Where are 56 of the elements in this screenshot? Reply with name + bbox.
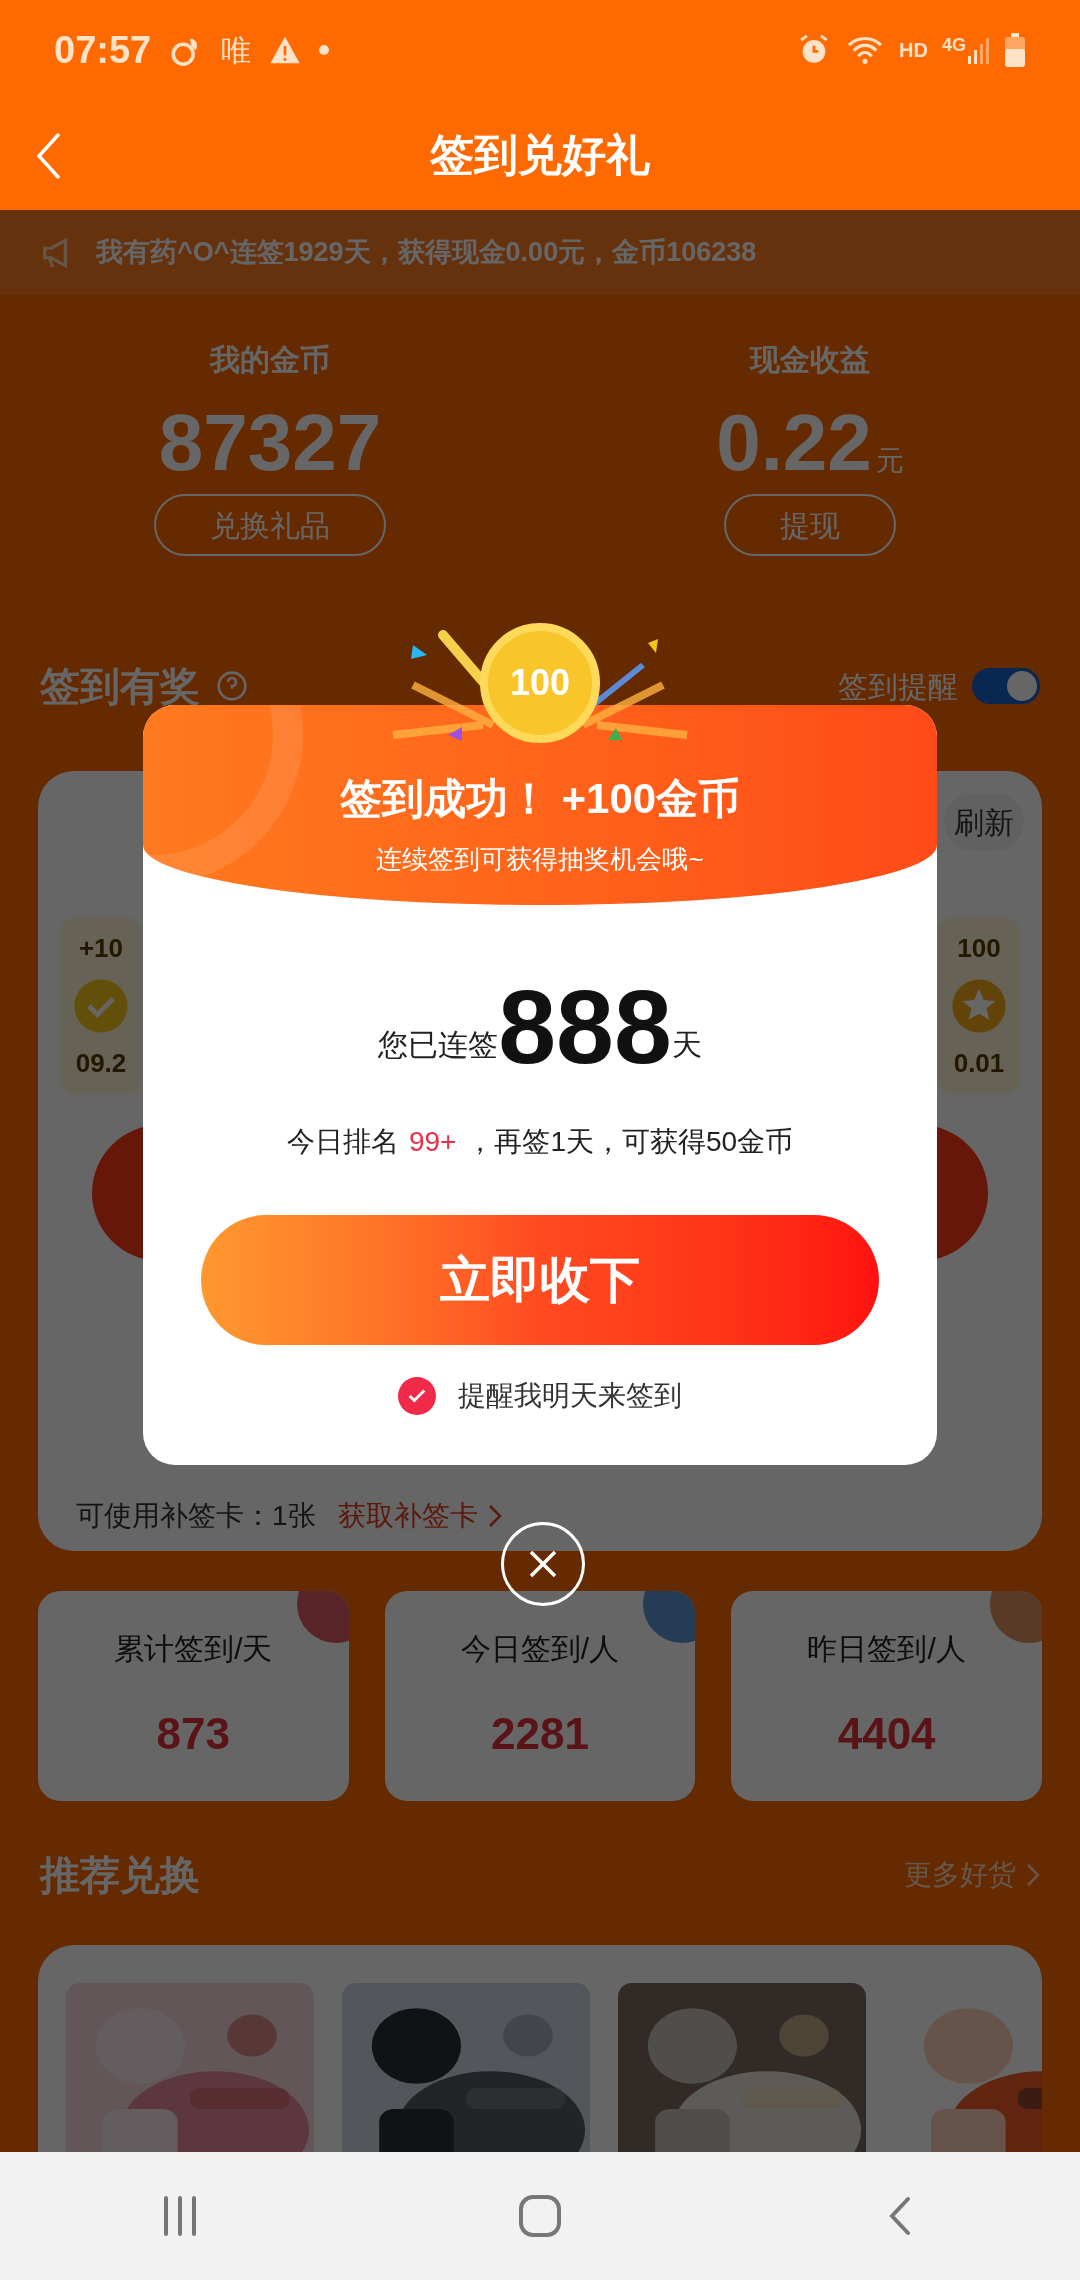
stat-value: 873 (156, 1707, 231, 1760)
section-title: 推荐兑换 (40, 1852, 200, 1899)
accept-button[interactable]: 立即收下 (201, 1215, 879, 1345)
page-title: 签到兑好礼 (430, 129, 650, 181)
close-button[interactable] (501, 1522, 585, 1606)
help-icon[interactable] (216, 670, 248, 702)
home-icon (518, 2194, 562, 2238)
asset-value: 87327 (158, 398, 382, 488)
hd-label: HD (899, 38, 928, 63)
reminder-label: 签到提醒 (838, 668, 958, 705)
date-label: 0.01 (953, 1047, 1005, 1080)
stat-value: 4404 (837, 1707, 936, 1760)
asset-button[interactable]: 提现 (724, 494, 896, 556)
stat-label: 累计签到/天 (114, 1630, 273, 1667)
back-icon (888, 2196, 912, 2236)
stat-label: 昨日签到/人 (807, 1630, 966, 1667)
back-icon (35, 131, 63, 181)
network-label: 4G (942, 36, 966, 54)
rank-label: 今日排名 (286, 1125, 399, 1159)
rank-hint: ，再签1天，可获得50金币 (466, 1125, 794, 1159)
warning-icon (269, 35, 302, 65)
stat-value: 2281 (491, 1707, 589, 1760)
battery-icon (1004, 33, 1026, 67)
unit-label: 元 (875, 444, 904, 478)
asset-value: 0.22 (716, 398, 872, 488)
check-coin-icon (72, 977, 130, 1035)
reward-label: 100 (957, 932, 1001, 965)
chevron-icon (487, 1504, 502, 1528)
date-label: 09.2 (75, 1047, 127, 1080)
remind-label: 提醒我明天来签到 (458, 1379, 682, 1413)
rank-value: 99+ (408, 1125, 457, 1159)
section-title: 签到有奖 (40, 663, 200, 710)
notification-glyph: 唯 (221, 32, 252, 69)
reminder-switch[interactable] (972, 668, 1040, 704)
streak-suffix: 天 (671, 1027, 702, 1063)
remind-checkbox[interactable] (398, 1377, 436, 1415)
asset-label: 我的金币 (210, 342, 330, 378)
asset-label: 现金收益 (750, 342, 870, 378)
makeup-card-link[interactable]: 获取补签卡 (337, 1495, 502, 1537)
reward-label: +10 (78, 932, 124, 965)
streak-prefix: 您已连签 (378, 1027, 499, 1063)
streak-count: 888 (498, 975, 672, 1079)
chevron-icon (1026, 1863, 1040, 1887)
asset-button[interactable]: 兑换礼品 (154, 494, 386, 556)
signal-icon (968, 36, 990, 64)
dot-icon (319, 45, 330, 55)
refresh-button[interactable]: 刷新 (944, 793, 1024, 851)
stat-label: 今日签到/人 (460, 1630, 620, 1667)
coin-badge: 100 (480, 623, 600, 743)
makeup-card-count: 可使用补签卡：1张 (76, 1499, 316, 1533)
dialog-title: 签到成功！ +100金币 (339, 774, 741, 824)
more-link[interactable]: 更多好货 (904, 1854, 1040, 1896)
dialog-subtitle: 连续签到可获得抽奖机会哦~ (376, 843, 704, 876)
status-time: 07:57 (54, 27, 152, 73)
notice-text: 我有药^O^连签1929天，获得现金0.00元，金币106238 (96, 236, 757, 270)
star-coin-icon (950, 977, 1008, 1035)
